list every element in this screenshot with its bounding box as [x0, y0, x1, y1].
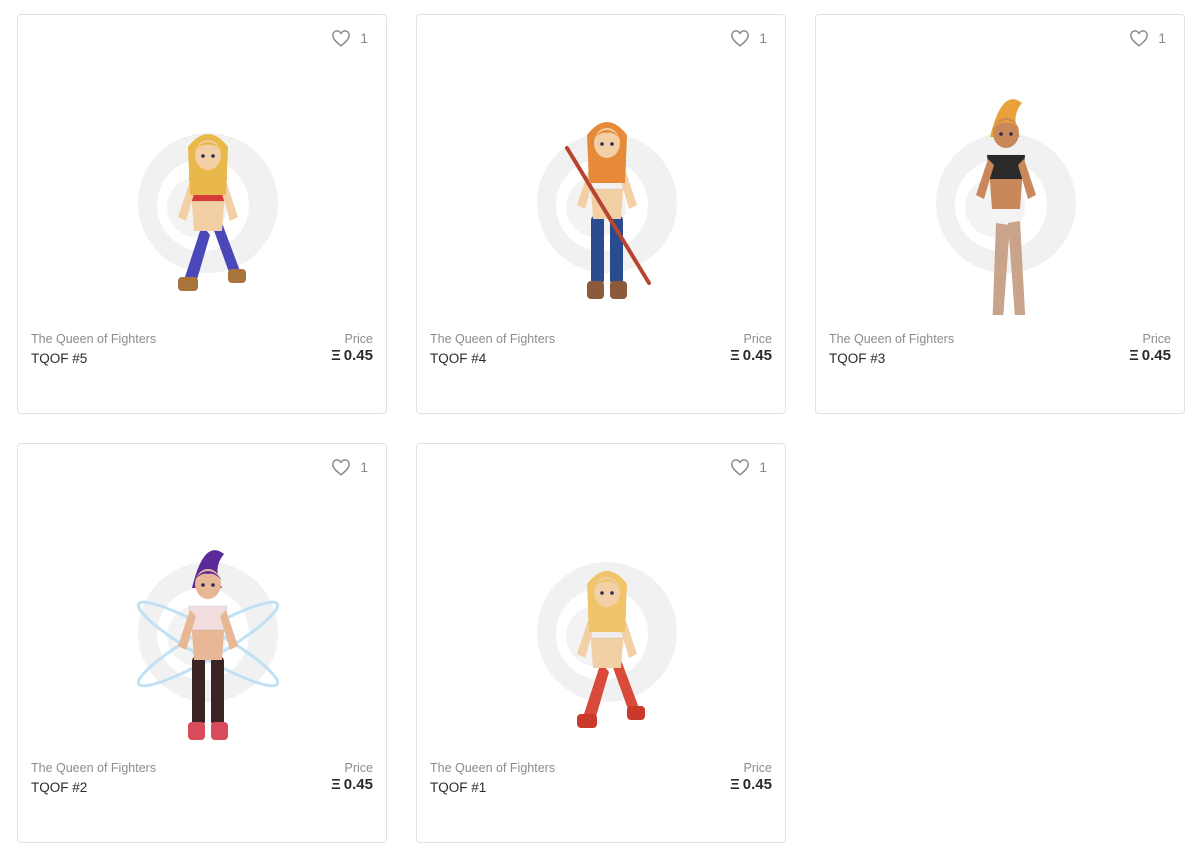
price-label: Price [1142, 332, 1171, 346]
nft-artwork [537, 562, 677, 728]
nft-name[interactable]: TQOF #2 [31, 780, 87, 795]
nft-artwork [136, 550, 280, 740]
heart-icon [1130, 30, 1149, 47]
heart-icon [332, 30, 351, 47]
like-count: 1 [759, 459, 767, 475]
like-count: 1 [360, 459, 368, 475]
price-label: Price [743, 332, 772, 346]
nft-card-tqof-4[interactable]: 1 The Queen of Fighters TQOF #4 Price Ξ … [416, 14, 786, 414]
like-button[interactable]: 1 [730, 29, 767, 47]
nft-name[interactable]: TQOF #5 [31, 351, 87, 366]
heart-icon [731, 459, 750, 476]
heart-icon [731, 30, 750, 47]
like-button[interactable]: 1 [331, 458, 368, 476]
price-value: Ξ 0.45 [331, 776, 373, 793]
price-amount: 0.45 [742, 776, 772, 793]
nft-artwork [936, 99, 1076, 315]
price-label: Price [344, 761, 373, 775]
collection-name[interactable]: The Queen of Fighters [829, 332, 954, 346]
price-value: Ξ 0.45 [1129, 347, 1171, 364]
collection-name[interactable]: The Queen of Fighters [31, 761, 156, 775]
price-label: Price [743, 761, 772, 775]
nft-artwork [537, 122, 677, 299]
nft-card-tqof-1[interactable]: 1 The Queen of Fighters TQOF #1 Price Ξ … [416, 443, 786, 843]
price-value: Ξ 0.45 [331, 347, 373, 364]
price-amount: 0.45 [343, 347, 373, 364]
like-button[interactable]: 1 [1129, 29, 1166, 47]
nft-card-tqof-2[interactable]: 1 The Queen of Fighters TQOF #2 Price Ξ … [17, 443, 387, 843]
nft-name[interactable]: TQOF #1 [430, 780, 486, 795]
price-amount: 0.45 [742, 347, 772, 364]
eth-icon: Ξ [730, 347, 740, 364]
nft-grid: 1 The Queen of Fighters TQOF #5 Price Ξ … [0, 0, 1200, 866]
like-button[interactable]: 1 [331, 29, 368, 47]
price-amount: 0.45 [343, 776, 373, 793]
heart-icon [332, 459, 351, 476]
eth-icon: Ξ [331, 347, 341, 364]
nft-card-tqof-5[interactable]: 1 The Queen of Fighters TQOF #5 Price Ξ … [17, 14, 387, 414]
like-button[interactable]: 1 [730, 458, 767, 476]
collection-name[interactable]: The Queen of Fighters [430, 761, 555, 775]
eth-icon: Ξ [1129, 347, 1139, 364]
price-amount: 0.45 [1141, 347, 1171, 364]
like-count: 1 [1158, 30, 1166, 46]
nft-card-tqof-3[interactable]: 1 The Queen of Fighters TQOF #3 Price Ξ … [815, 14, 1185, 414]
price-value: Ξ 0.45 [730, 347, 772, 364]
eth-icon: Ξ [331, 776, 341, 793]
nft-name[interactable]: TQOF #3 [829, 351, 885, 366]
collection-name[interactable]: The Queen of Fighters [31, 332, 156, 346]
nft-artwork [138, 133, 278, 291]
collection-name[interactable]: The Queen of Fighters [430, 332, 555, 346]
like-count: 1 [759, 30, 767, 46]
like-count: 1 [360, 30, 368, 46]
price-value: Ξ 0.45 [730, 776, 772, 793]
nft-name[interactable]: TQOF #4 [430, 351, 486, 366]
price-label: Price [344, 332, 373, 346]
eth-icon: Ξ [730, 776, 740, 793]
